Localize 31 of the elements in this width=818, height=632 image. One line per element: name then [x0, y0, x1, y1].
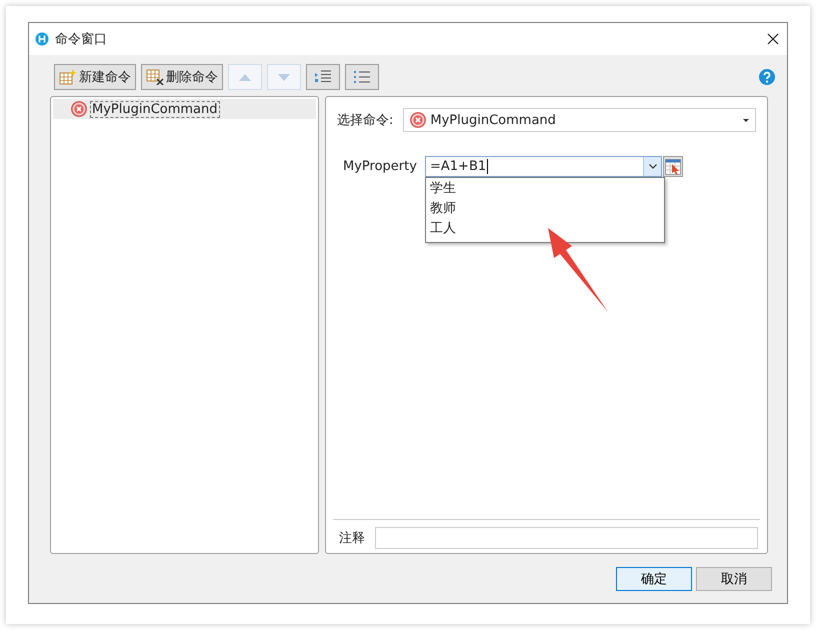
table-cursor-icon	[665, 158, 681, 174]
select-command-label: 选择命令:	[337, 112, 394, 129]
dropdown-option[interactable]: 工人	[426, 219, 664, 239]
list-icon	[354, 70, 370, 84]
help-icon[interactable]	[759, 69, 775, 85]
delete-table-icon	[146, 69, 164, 85]
outdent-button[interactable]	[345, 64, 379, 90]
command-list-item[interactable]: MyPluginCommand	[53, 99, 316, 119]
app-logo-icon	[35, 32, 49, 46]
delete-command-button[interactable]: 删除命令	[141, 64, 223, 90]
new-table-icon	[59, 69, 77, 85]
property-label: MyProperty	[343, 159, 418, 174]
command-select[interactable]: MyPluginCommand	[403, 108, 756, 132]
note-label: 注释	[339, 530, 365, 547]
note-field[interactable]	[375, 527, 758, 549]
window-title: 命令窗口	[55, 31, 108, 48]
close-icon[interactable]	[767, 33, 779, 45]
cancel-button[interactable]: 取消	[696, 567, 772, 591]
indent-icon	[315, 70, 331, 84]
error-icon	[410, 112, 426, 128]
dropdown-option[interactable]: 教师	[426, 199, 664, 219]
chevron-down-icon	[648, 164, 656, 169]
indent-button[interactable]	[306, 64, 340, 90]
new-command-button[interactable]: 新建命令	[54, 64, 136, 90]
error-icon	[71, 101, 87, 117]
ok-button[interactable]: 确定	[616, 567, 692, 591]
formula-button[interactable]	[663, 156, 683, 177]
dropdown-arrow-icon	[743, 118, 749, 122]
dropdown-option[interactable]: 学生	[426, 179, 664, 199]
down-arrow-icon	[278, 74, 290, 80]
up-arrow-icon	[239, 74, 251, 80]
